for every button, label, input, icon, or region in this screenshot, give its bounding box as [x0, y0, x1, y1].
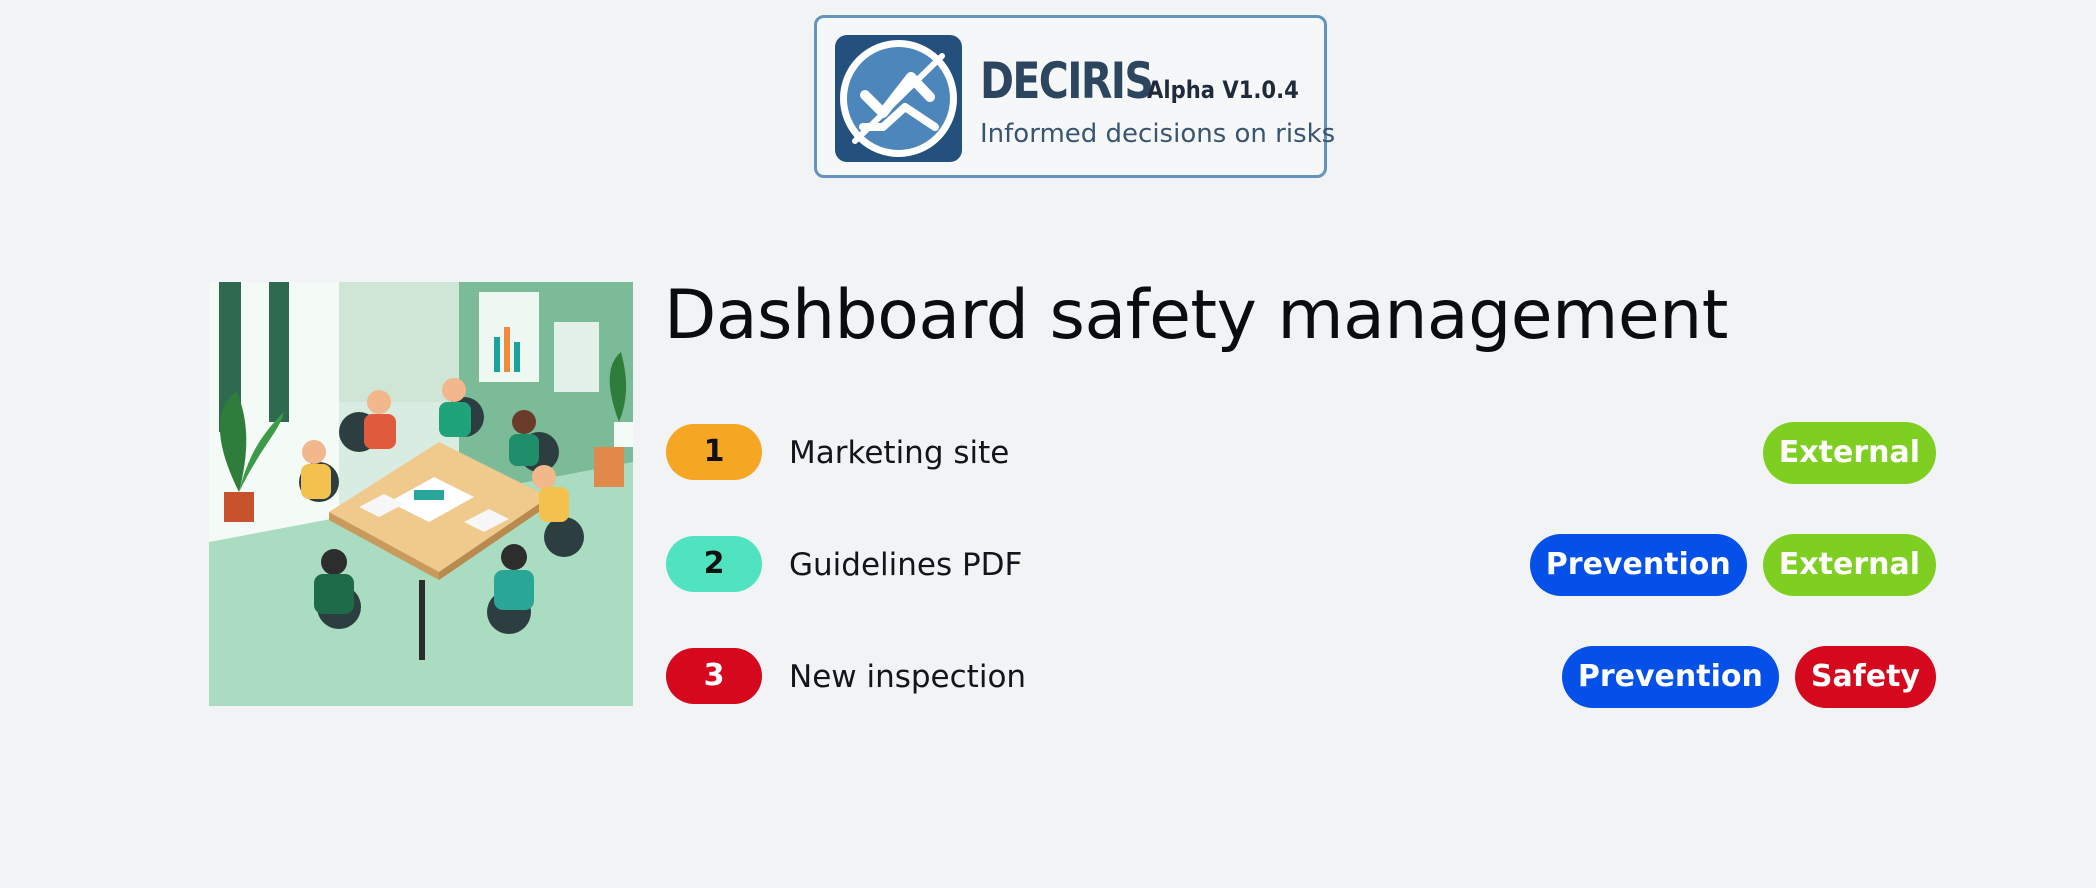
item-label[interactable]: Marketing site	[789, 422, 1009, 484]
list-item[interactable]: 2 Guidelines PDF Prevention External	[666, 534, 1936, 596]
app-logo-card[interactable]: DECIRIS Alpha V1.0.4 Informed decisions …	[814, 15, 1335, 178]
item-number-badge: 2	[666, 536, 762, 592]
item-tags: Prevention Safety	[1561, 646, 1936, 708]
tag-safety[interactable]: Safety	[1794, 646, 1936, 708]
item-number-badge: 3	[666, 648, 762, 704]
tag-prevention[interactable]: Prevention	[1529, 534, 1747, 596]
team-meeting-illustration	[209, 282, 633, 706]
item-tags: Prevention External	[1529, 534, 1936, 596]
item-label[interactable]: Guidelines PDF	[789, 534, 1022, 596]
item-tags: External	[1762, 422, 1936, 484]
brand-name-text: DECIRIS	[980, 52, 1154, 110]
item-label[interactable]: New inspection	[789, 646, 1026, 708]
page: DECIRIS Alpha V1.0.4 Informed decisions …	[0, 0, 2096, 888]
version-label: Alpha V1.0.4	[1147, 76, 1299, 104]
list-item[interactable]: 1 Marketing site External	[666, 422, 1936, 484]
page-title: Dashboard safety management	[664, 276, 1728, 355]
tagline: Informed decisions on risks	[980, 119, 1336, 149]
tag-external[interactable]: External	[1762, 534, 1936, 596]
tag-external[interactable]: External	[1762, 422, 1936, 484]
checkmark-wave-logo-icon	[835, 35, 962, 162]
tag-prevention[interactable]: Prevention	[1561, 646, 1779, 708]
item-number-badge: 1	[666, 424, 762, 480]
list-item[interactable]: 3 New inspection Prevention Safety	[666, 646, 1936, 708]
